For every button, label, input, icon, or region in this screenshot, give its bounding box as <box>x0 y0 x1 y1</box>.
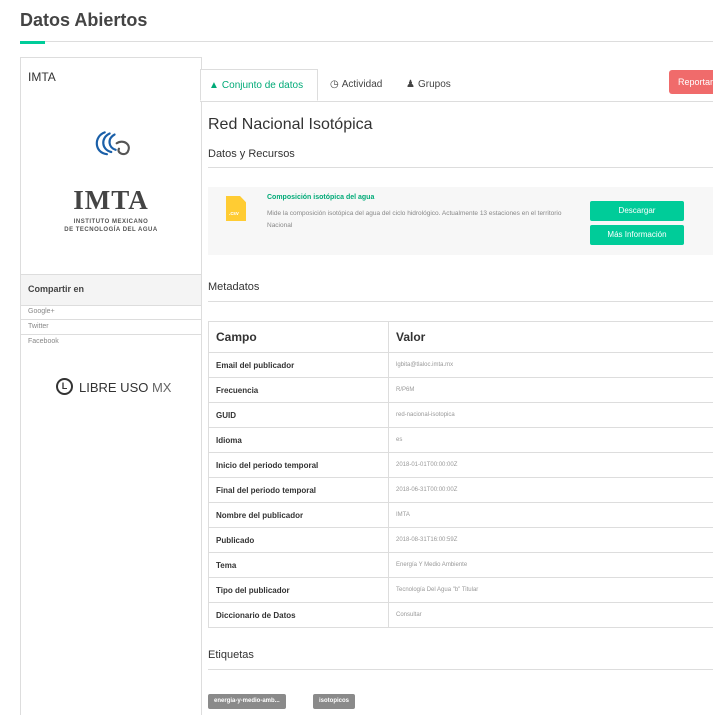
tag-energia-y-medio-ambiente[interactable]: energia-y-medio-amb... <box>208 694 286 709</box>
logo-wordmark: IMTA <box>21 185 201 216</box>
share-google-link[interactable]: Google+ <box>21 305 201 320</box>
tab-actividad[interactable]: ◷Actividad <box>330 69 382 101</box>
download-button[interactable]: Descargar <box>590 201 684 221</box>
table-row: Diccionario de DatosConsultar <box>209 603 713 628</box>
table-row: Publicado2018-08-31T16:00:59Z <box>209 528 713 553</box>
resource-description: Mide la composición isotópica del agua d… <box>267 208 587 232</box>
table-row: Email del publicadorlgbita@tlaloc.imta.m… <box>209 353 713 378</box>
column-header-campo: Campo <box>209 322 389 353</box>
resource-title[interactable]: Composición isotópica del agua <box>267 194 374 201</box>
table-row: GUIDred-nacional-isotopica <box>209 403 713 428</box>
organization-name: IMTA <box>28 70 56 84</box>
table-row: FrecuenciaR/P6M <box>209 378 713 403</box>
tags-divider <box>208 669 713 670</box>
tab-bar: ▲Conjunto de datos ◷Actividad ♟Grupos <box>200 69 713 102</box>
logo-subtitle: INSTITUTO MEXICANO DE TECNOLOGÍA DEL AGU… <box>21 218 201 234</box>
metadata-heading: Metadatos <box>208 281 259 293</box>
clock-icon: ◷ <box>330 69 339 101</box>
share-title: Compartir en <box>28 284 84 294</box>
metadata-table: Campo Valor Email del publicadorlgbita@t… <box>208 321 713 628</box>
libre-uso-mx-logo: L LIBRE USO MX <box>56 378 196 398</box>
libre-uso-icon: L <box>56 378 73 395</box>
title-accent-bar <box>20 41 45 44</box>
resource-item: .csv Composición isotópica del agua Mide… <box>208 187 713 255</box>
metadata-divider <box>208 301 713 302</box>
dataset-title: Red Nacional Isotópica <box>208 116 373 134</box>
column-header-valor: Valor <box>389 322 713 353</box>
data-dictionary-link[interactable]: Consultar <box>389 603 713 628</box>
resources-divider <box>208 167 713 168</box>
share-twitter-link[interactable]: Twitter <box>21 320 201 335</box>
tags-heading: Etiquetas <box>208 649 254 661</box>
imta-logo-icon <box>59 128 169 188</box>
tag-isotopicos[interactable]: isotopicos <box>313 694 355 709</box>
title-divider <box>20 41 713 42</box>
csv-file-icon: .csv <box>226 196 246 221</box>
share-facebook-link[interactable]: Facebook <box>21 335 201 349</box>
report-button[interactable]: Reportar <box>669 70 713 94</box>
users-icon: ♟ <box>406 69 415 101</box>
table-row: Final del periodo temporal2018-06-31T00:… <box>209 478 713 503</box>
share-header: Compartir en <box>21 274 201 306</box>
tab-grupos[interactable]: ♟Grupos <box>406 69 451 101</box>
sidebar: IMTA IMTA INSTITUTO MEXICANO DE TECNOLOG… <box>20 57 202 715</box>
table-row: Idiomaes <box>209 428 713 453</box>
table-row: Nombre del publicadorIMTA <box>209 503 713 528</box>
more-info-button[interactable]: Más Información <box>590 225 684 245</box>
resources-heading: Datos y Recursos <box>208 148 295 160</box>
sitemap-icon: ▲ <box>209 70 219 102</box>
page-title: Datos Abiertos <box>20 10 147 31</box>
table-header-row: Campo Valor <box>209 322 713 353</box>
table-row: Tipo del publicadorTecnología Del Agua "… <box>209 578 713 603</box>
tab-conjunto-de-datos[interactable]: ▲Conjunto de datos <box>200 69 318 101</box>
table-row: TemaEnergía Y Medio Ambiente <box>209 553 713 578</box>
table-row: Inicio del periodo temporal2018-01-01T00… <box>209 453 713 478</box>
